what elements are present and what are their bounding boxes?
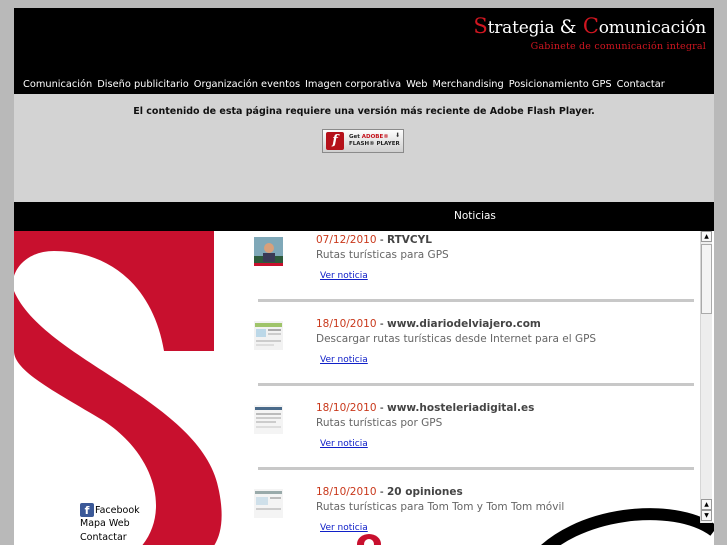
footer-links: f Facebook Mapa Web Contactar	[80, 503, 140, 544]
news-source: RTVCYL	[387, 234, 432, 246]
news-headline: 18/10/2010 - www.diariodelviajero.com	[316, 318, 541, 330]
scroll-thumb[interactable]	[701, 244, 712, 314]
brand-title: Strategia & Comunicación	[473, 14, 706, 39]
flash-badge-get: Get	[349, 134, 362, 140]
brand-logo[interactable]: Strategia & Comunicación Gabinete de com…	[473, 14, 706, 53]
ver-noticia-link[interactable]: Ver noticia	[320, 523, 368, 533]
facebook-label: Facebook	[95, 504, 140, 516]
page-frame: Strategia & Comunicación Gabinete de com…	[14, 8, 714, 545]
contact-link[interactable]: Contactar	[80, 531, 140, 545]
get-flash-player-button[interactable]: f Get ADOBE® FLASH® PLAYER ⬇	[322, 129, 404, 153]
flash-badge-player: FLASH® PLAYER	[349, 141, 400, 147]
ver-noticia-link[interactable]: Ver noticia	[320, 439, 368, 449]
nav-item-diseno-publicitario[interactable]: Diseño publicitario	[97, 79, 189, 90]
news-divider	[258, 299, 694, 302]
brand-title-c: C	[576, 14, 599, 38]
news-headline: 18/10/2010 - 20 opiniones	[316, 486, 463, 498]
news-description: Rutas turísticas para GPS	[316, 249, 449, 261]
news-date: 07/12/2010	[316, 234, 377, 246]
nav-item-posicionamiento-gps[interactable]: Posicionamiento GPS	[509, 79, 612, 90]
site-header: Strategia & Comunicación Gabinete de com…	[14, 8, 714, 94]
news-divider	[258, 467, 694, 470]
news-thumbnail[interactable]	[254, 489, 283, 518]
scroll-up-button-bottom[interactable]: ▲	[701, 499, 712, 510]
nav-item-organizacion-eventos[interactable]: Organización eventos	[194, 79, 300, 90]
news-date: 18/10/2010	[316, 402, 377, 414]
news-item: 18/10/2010 - 20 opiniones Rutas turístic…	[254, 483, 698, 545]
ver-noticia-link[interactable]: Ver noticia	[320, 355, 368, 365]
sitemap-link[interactable]: Mapa Web	[80, 517, 140, 531]
news-header-bar: Noticias	[14, 202, 714, 231]
news-thumbnail[interactable]	[254, 321, 283, 350]
facebook-icon: f	[80, 503, 94, 517]
scroll-up-button[interactable]: ▲	[701, 231, 712, 242]
news-separator: -	[376, 486, 387, 498]
news-thumbnail[interactable]	[254, 237, 283, 266]
nav-item-merchandising[interactable]: Merchandising	[432, 79, 503, 90]
news-section-title: Noticias	[454, 210, 496, 222]
main-nav: Comunicación Diseño publicitario Organiz…	[23, 79, 670, 90]
flash-badge-text: Get ADOBE® FLASH® PLAYER	[349, 134, 400, 148]
news-item: 18/10/2010 - www.hosteleriadigital.es Ru…	[254, 399, 698, 483]
brand-title-strategia: trategia	[487, 18, 560, 38]
news-date: 18/10/2010	[316, 486, 377, 498]
facebook-link[interactable]: f Facebook	[80, 503, 140, 517]
news-headline: 07/12/2010 - RTVCYL	[316, 234, 432, 246]
decorative-s-logo	[14, 231, 222, 545]
news-separator: -	[376, 318, 387, 330]
news-list: 07/12/2010 - RTVCYL Rutas turísticas par…	[254, 231, 698, 545]
nav-item-web[interactable]: Web	[406, 79, 427, 90]
flash-placeholder: El contenido de esta página requiere una…	[14, 94, 714, 202]
news-description: Rutas turísticas por GPS	[316, 417, 443, 429]
news-source: www.diariodelviajero.com	[387, 318, 541, 330]
scroll-down-button[interactable]: ▼	[701, 510, 712, 521]
news-scrollbar[interactable]: ▲ ▲ ▼	[700, 231, 712, 523]
ver-noticia-link[interactable]: Ver noticia	[320, 271, 368, 281]
news-thumbnail[interactable]	[254, 405, 283, 434]
nav-item-contactar[interactable]: Contactar	[617, 79, 665, 90]
download-arrow-icon: ⬇	[394, 132, 400, 139]
news-headline: 18/10/2010 - www.hosteleriadigital.es	[316, 402, 534, 414]
news-item: 07/12/2010 - RTVCYL Rutas turísticas par…	[254, 231, 698, 315]
nav-item-comunicacion[interactable]: Comunicación	[23, 79, 92, 90]
news-date: 18/10/2010	[316, 318, 377, 330]
news-item: 18/10/2010 - www.diariodelviajero.com De…	[254, 315, 698, 399]
flash-badge-adobe: ADOBE®	[361, 134, 389, 140]
news-description: Rutas turísticas para Tom Tom y Tom Tom …	[316, 501, 565, 513]
content-area: f Facebook Mapa Web Contactar 07/12/2010…	[14, 231, 714, 545]
brand-title-amp: &	[559, 16, 577, 38]
news-separator: -	[376, 234, 387, 246]
brand-title-s: S	[473, 14, 488, 38]
flash-logo-icon: f	[326, 132, 344, 150]
news-separator: -	[376, 402, 387, 414]
news-description: Descargar rutas turísticas desde Interne…	[316, 333, 597, 345]
news-source: www.hosteleriadigital.es	[387, 402, 535, 414]
news-divider	[258, 383, 694, 386]
news-source: 20 opiniones	[387, 486, 463, 498]
nav-item-imagen-corporativa[interactable]: Imagen corporativa	[305, 79, 401, 90]
brand-subtitle: Gabinete de comunicación integral	[530, 41, 706, 52]
flash-required-message: El contenido de esta página requiere una…	[133, 106, 595, 117]
brand-title-comunicacion: omunicación	[598, 18, 706, 38]
